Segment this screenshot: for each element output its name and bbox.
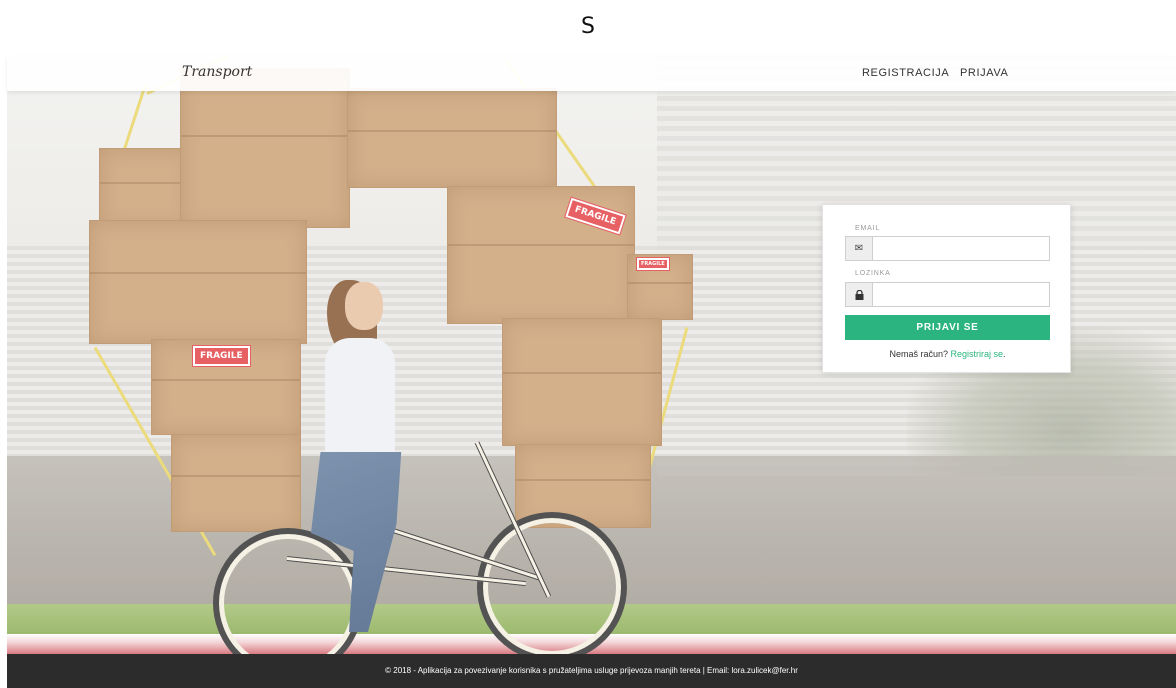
footer: © 2018 - Aplikacija za povezivanje koris… xyxy=(7,654,1176,688)
nav-link-registracija[interactable]: REGISTRACIJA xyxy=(862,67,949,79)
lock-icon xyxy=(846,283,873,306)
envelope-icon: ✉ xyxy=(846,237,873,260)
footer-text: © 2018 - Aplikacija za povezivanje koris… xyxy=(385,666,798,675)
signup-question: Nemaš račun? xyxy=(889,349,948,359)
nav-link-prijava[interactable]: PRIJAVA xyxy=(960,67,1008,79)
signup-suffix: . xyxy=(1003,349,1006,359)
top-letter: S xyxy=(581,14,595,39)
password-label: LOZINKA xyxy=(855,270,891,277)
email-label: EMAIL xyxy=(855,225,881,232)
email-input-group: ✉ xyxy=(845,236,1050,261)
signup-prompt: Nemaš račun? Registriraj se. xyxy=(823,349,1072,359)
brand-link[interactable]: Transport xyxy=(182,64,252,80)
password-field[interactable] xyxy=(873,283,1049,306)
navbar: Transport REGISTRACIJA PRIJAVA xyxy=(7,56,1176,91)
login-button[interactable]: PRIJAVI SE xyxy=(845,315,1050,340)
login-form: EMAIL ✉ LOZINKA PRIJAVI SE Nemaš račun? … xyxy=(822,204,1071,373)
signup-link[interactable]: Registriraj se xyxy=(951,349,1004,359)
email-field[interactable] xyxy=(873,237,1049,260)
password-input-group xyxy=(845,282,1050,307)
